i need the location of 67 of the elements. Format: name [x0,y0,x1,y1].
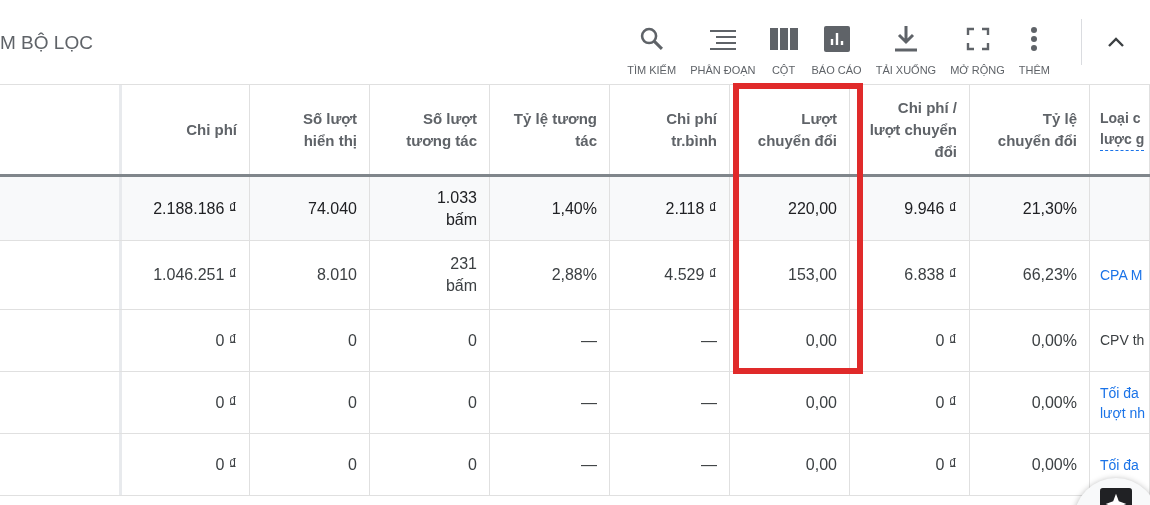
table-cell-text: 231 bấm [445,254,477,296]
table-cell-text: 0 ₫ [935,454,957,475]
table-cell-text: — [581,330,597,351]
table-cell-text: 1.046.251 ₫ [153,265,237,285]
table-cell-text: — [581,454,597,475]
table-cell-text: 0 [468,392,477,413]
download-icon [893,24,918,53]
table-cell-text: 2,88% [551,265,597,285]
table-cell-text: 0,00 [805,330,837,351]
table-cell-text: 0,00% [1031,454,1077,475]
table-cell-text: 1,40% [551,198,597,219]
table-cell-text: 0,00% [1031,330,1077,351]
table-cell-text: 74.040 [308,198,357,219]
column-header[interactable]: Chi phí / lượt chuyển đổi [869,96,957,163]
chevron-up-icon [1107,36,1125,48]
table-cell-text: 1.033 bấm [436,187,477,230]
table-cell-text: 0 ₫ [215,454,237,475]
table-cell-text: 220,00 [788,198,837,219]
table-cell-text: 153,00 [788,265,837,285]
toolbar-button[interactable]: BÁO CÁO [804,6,869,78]
table-cell-text: 0 ₫ [935,392,957,413]
more-icon [1030,25,1039,52]
bar-chart-icon [823,25,850,52]
column-header[interactable]: Chi phí tr.bình [666,107,717,152]
filter-label[interactable]: M BỘ LỌC [0,28,93,58]
table-cell-text: 0 ₫ [935,330,957,351]
column-header[interactable]: Số lượt hiển thị [302,107,357,152]
table-cell-text: 21,30% [1022,198,1077,219]
column-header[interactable]: Chi phí [186,118,237,141]
fullscreen-icon [965,26,990,51]
toolbar-button[interactable]: TẢI XUỐNG [868,6,944,78]
table-cell-text: CPV th [1100,331,1145,350]
table-cell-text: 2.188.186 ₫ [153,198,237,219]
table-cell-text: 0 ₫ [215,330,237,351]
column-header[interactable]: Loại c lược g [1100,108,1145,151]
column-header[interactable]: Tỷ lệ tương tác [513,107,597,152]
table-cell-text: 2.118 ₫ [665,198,717,219]
toolbar-button[interactable]: CỘT [762,6,805,78]
toolbar-button[interactable]: THÊM [1011,6,1057,78]
table-cell-text: 6.838 ₫ [904,265,957,285]
table-cell-text: — [701,392,717,413]
column-header[interactable]: Số lượt tương tác [406,107,477,152]
table-cell-text: 0 [468,454,477,475]
table-cell-text: — [581,392,597,413]
table-cell-text: 8.010 [316,265,357,285]
table-cell-text: 0,00% [1031,392,1077,413]
table-cell-text: 0,00 [805,392,837,413]
toolbar-button[interactable]: PHÂN ĐOẠN [683,6,763,78]
columns-icon [769,27,798,50]
toolbar-button[interactable]: MỞ RỘNG [943,6,1012,78]
table-cell-text: 0 ₫ [215,392,237,413]
table-cell-text: 0 [348,330,357,351]
column-header[interactable]: Lượt chuyển đổi [757,107,837,152]
table-cell-text: — [701,330,717,351]
table-cell-text: 0 [468,330,477,351]
table-cell-text: 0,00 [805,454,837,475]
column-header[interactable]: Tỷ lệ chuyển đổi [997,107,1077,152]
table-cell-text: — [701,454,717,475]
table-cell-text: 9.946 ₫ [904,198,957,219]
strategy-link[interactable]: Tối đa lượt nh [1100,382,1145,423]
table-cell-text: 4.529 ₫ [664,265,717,285]
table-cell-text: 66,23% [1022,265,1077,285]
table-cell-text: 0 [348,454,357,475]
strategy-link[interactable]: CPA M [1100,265,1143,285]
table-cell-text: 0 [348,392,357,413]
toolbar-button[interactable]: TÌM KIẾM [620,6,684,78]
strategy-link[interactable]: Tối đa [1100,454,1139,475]
